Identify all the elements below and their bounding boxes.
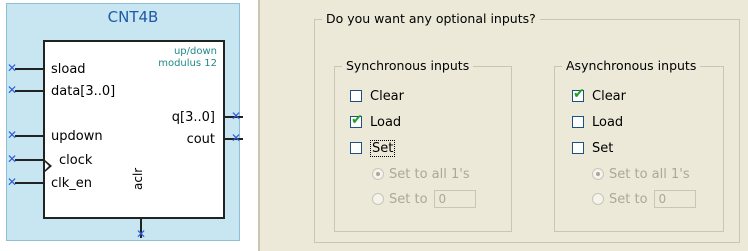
x-marker-icon[interactable]: ✕: [7, 62, 17, 74]
radio-button[interactable]: [372, 168, 384, 180]
async-set-label: Set: [592, 140, 614, 156]
async-set-to-label: Set to: [609, 191, 648, 207]
sync-set-to-radio[interactable]: Set to 0: [372, 190, 476, 208]
x-marker-icon[interactable]: ✕: [7, 84, 17, 96]
sync-clear-checkbox[interactable]: Clear: [350, 88, 404, 104]
wire-clk-en: [15, 182, 43, 184]
radio-button[interactable]: [592, 168, 604, 180]
x-marker-icon[interactable]: ✕: [7, 176, 17, 188]
wire-clock: [15, 159, 43, 161]
symbol-frame: CNT4B ✕ ✕ ✕ ✕ ✕ ✕ ✕ ✕ up/down modulus 12…: [6, 3, 243, 241]
async-clear-label: Clear: [592, 88, 626, 104]
pin-clk-en: clk_en: [51, 176, 93, 191]
symbol-note-line1: up/down: [173, 46, 217, 57]
async-load-checkbox[interactable]: Load: [572, 114, 623, 130]
radio-dot: [376, 172, 380, 176]
sync-set-all-ones-label: Set to all 1's: [389, 166, 470, 182]
x-marker-icon[interactable]: ✕: [7, 153, 17, 165]
radio-dot: [596, 172, 600, 176]
wire-updown: [15, 135, 43, 137]
sync-load-label: Load: [370, 114, 402, 130]
radio-button[interactable]: [592, 193, 604, 205]
symbol-note: up/down modulus 12: [158, 46, 217, 70]
clock-triangle-fill: [45, 162, 49, 170]
x-marker-icon[interactable]: ✕: [136, 228, 146, 240]
sync-set-all-ones-radio[interactable]: Set to all 1's: [372, 166, 470, 182]
asynchronous-inputs-title: Asynchronous inputs: [562, 58, 701, 73]
async-set-to-radio[interactable]: Set to 0: [592, 190, 696, 208]
checkbox-box[interactable]: [350, 90, 362, 102]
pin-aclr: aclr: [131, 167, 145, 190]
sync-clear-label: Clear: [370, 88, 404, 104]
panel-divider: [258, 0, 260, 251]
synchronous-inputs-title: Synchronous inputs: [342, 58, 474, 73]
sync-load-checkbox[interactable]: ✔ Load: [350, 112, 402, 130]
sync-set-label: Set: [370, 139, 396, 157]
optional-inputs-question: Do you want any optional inputs?: [322, 11, 540, 26]
pin-q: q[3..0]: [171, 110, 215, 125]
checkmark-icon: ✔: [351, 112, 363, 128]
async-set-all-ones-radio[interactable]: Set to all 1's: [592, 166, 690, 182]
wire-data: [15, 90, 43, 92]
symbol-note-line2: modulus 12: [158, 58, 217, 69]
x-marker-icon[interactable]: ✕: [231, 132, 241, 144]
sync-set-to-label: Set to: [389, 191, 428, 207]
pin-data: data[3..0]: [51, 84, 116, 99]
checkmark-icon: ✔: [573, 86, 585, 102]
checkbox-box[interactable]: ✔: [572, 86, 585, 102]
x-marker-icon[interactable]: ✕: [7, 129, 17, 141]
checkbox-box[interactable]: ✔: [350, 112, 363, 128]
async-clear-checkbox[interactable]: ✔ Clear: [572, 86, 626, 104]
radio-button[interactable]: [372, 193, 384, 205]
sync-set-to-value-field[interactable]: 0: [433, 190, 476, 208]
async-set-checkbox[interactable]: Set: [572, 140, 613, 156]
wire-sload: [15, 68, 43, 70]
async-load-label: Load: [592, 114, 624, 130]
pin-clock: clock: [59, 153, 93, 168]
pin-sload: sload: [51, 62, 86, 77]
async-set-to-value-field[interactable]: 0: [653, 190, 696, 208]
sync-set-checkbox[interactable]: Set: [350, 139, 396, 157]
checkbox-box[interactable]: [572, 116, 584, 128]
pin-cout: cout: [186, 132, 215, 147]
symbol-body: up/down modulus 12 sload data[3..0] updo…: [43, 40, 225, 219]
checkbox-box[interactable]: [572, 142, 584, 154]
symbol-title: CNT4B: [107, 8, 159, 26]
async-set-all-ones-label: Set to all 1's: [609, 166, 690, 182]
symbol-preview-panel: CNT4B ✕ ✕ ✕ ✕ ✕ ✕ ✕ ✕ up/down modulus 12…: [0, 0, 258, 251]
pin-updown: updown: [51, 129, 103, 144]
checkbox-box[interactable]: [350, 142, 362, 154]
x-marker-icon[interactable]: ✕: [231, 110, 241, 122]
